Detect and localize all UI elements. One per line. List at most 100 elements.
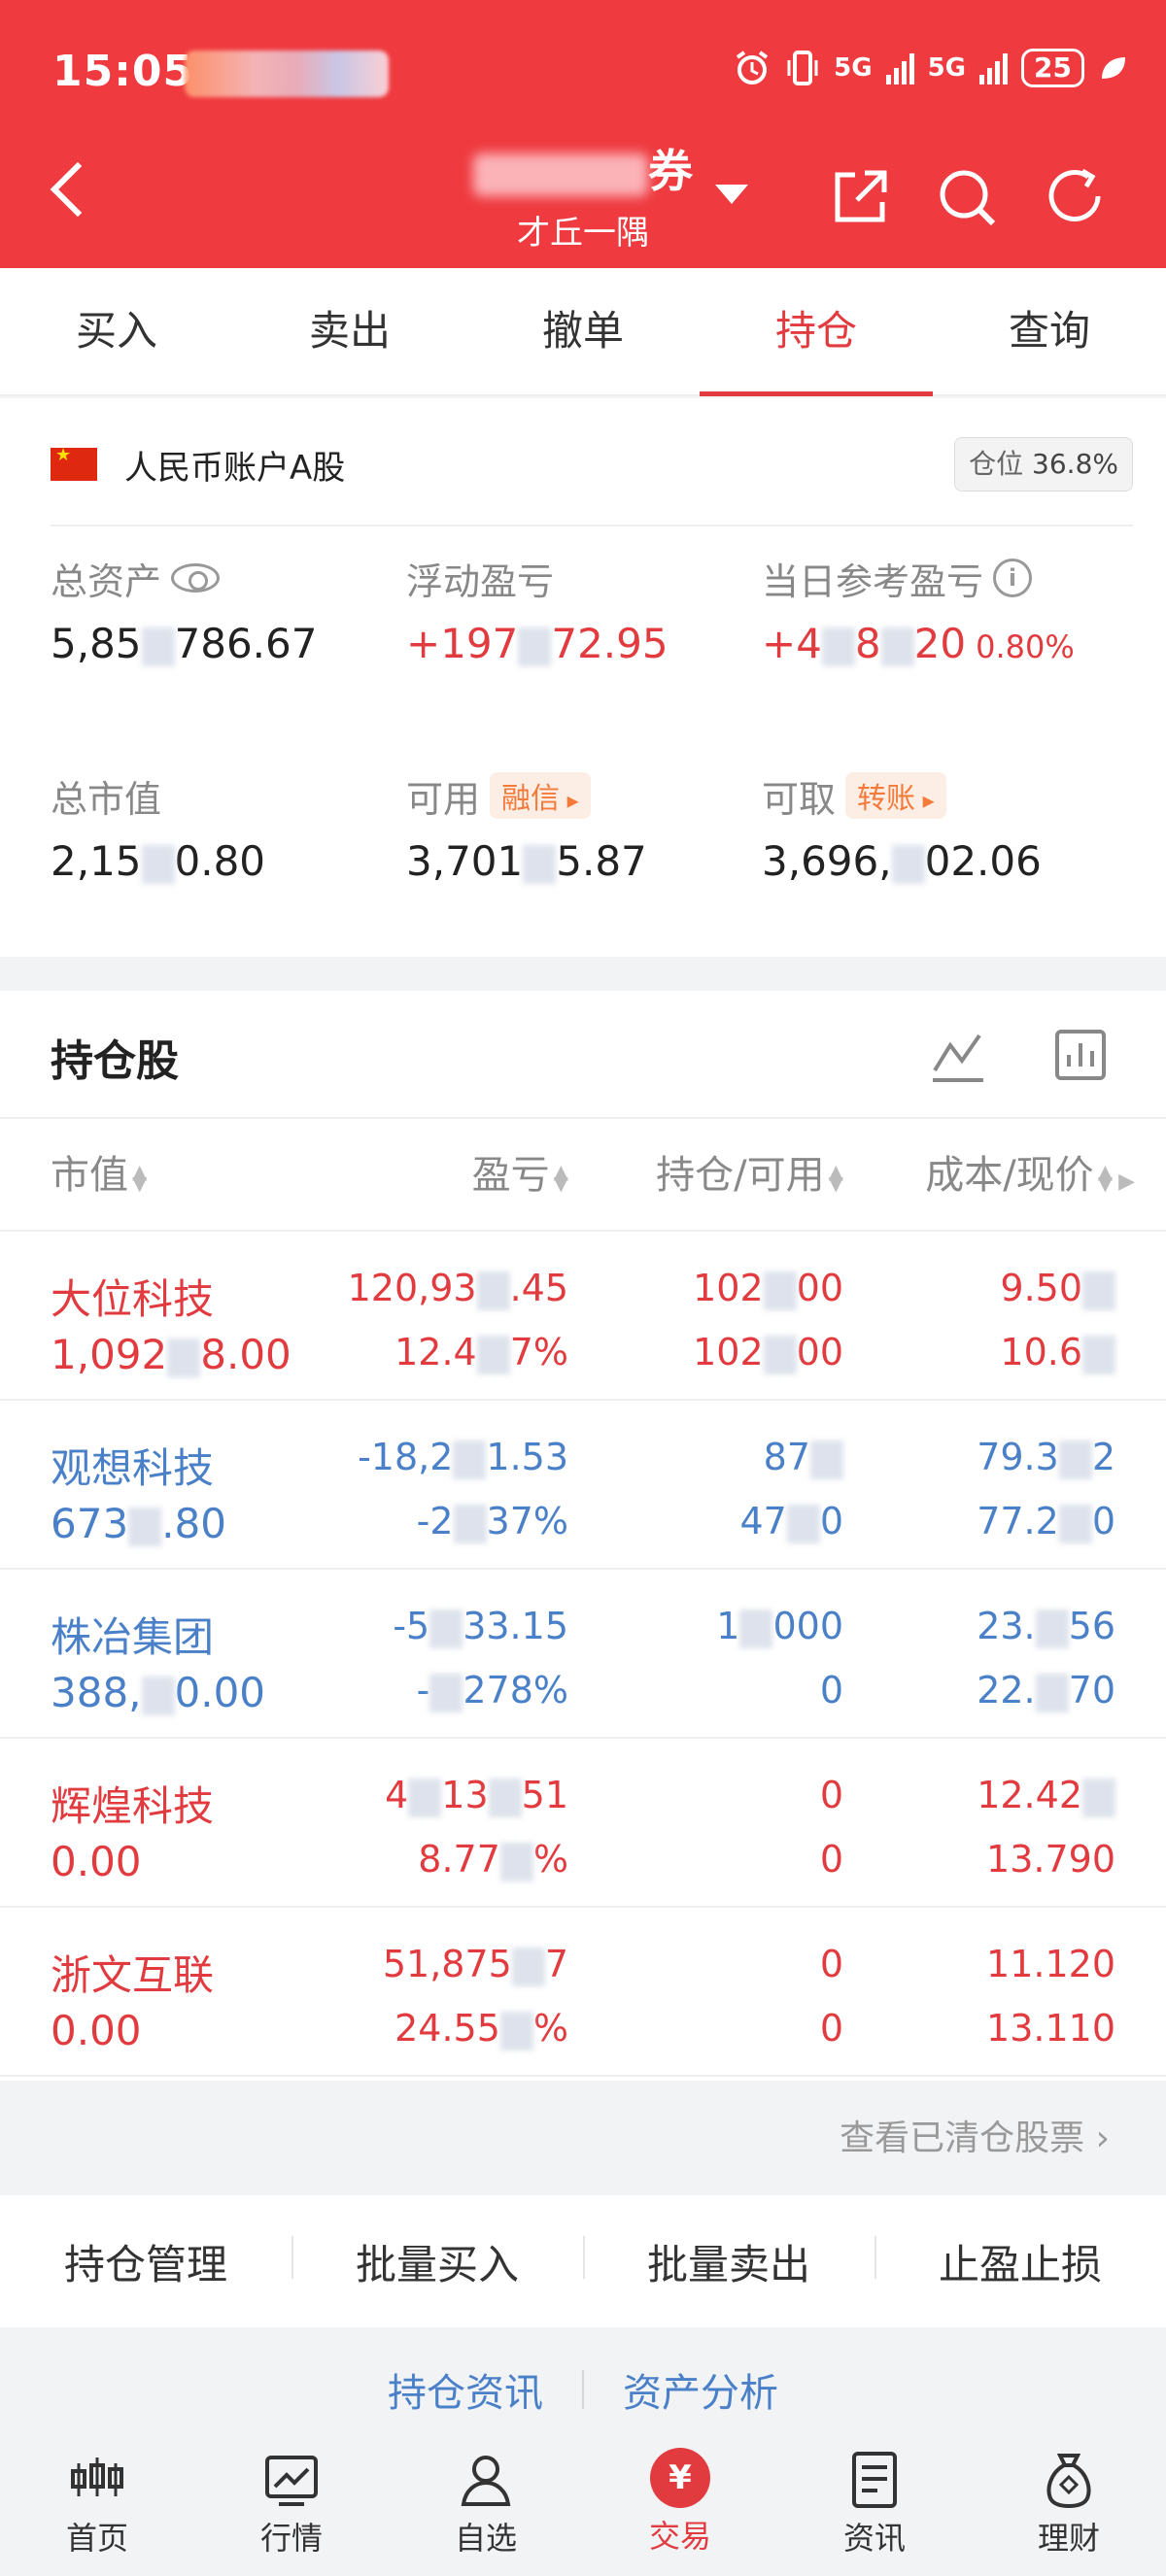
take-profit-stop-loss-button[interactable]: 止盈止损	[874, 2232, 1166, 2291]
cleared-stocks-link[interactable]: 查看已清仓股票 ›	[840, 2110, 1110, 2160]
market-value: 总市值 2,15 0.80	[51, 771, 381, 886]
network-label-2: 5G	[927, 53, 967, 83]
tab-holdings[interactable]: 持仓	[700, 268, 933, 396]
line-chart-icon[interactable]	[929, 1026, 987, 1084]
stock-available: 0	[819, 1669, 843, 1712]
vibrate-icon	[787, 51, 818, 85]
stock-available: 0	[819, 1838, 843, 1881]
stock-pl: 120,93.45	[347, 1267, 568, 1310]
account-selector[interactable]: 人民币账户A股 仓位 36.8%	[51, 429, 1133, 526]
eye-icon[interactable]	[171, 563, 221, 593]
market-value-value: 2,15 0.80	[51, 837, 266, 885]
china-flag-icon	[51, 445, 97, 481]
nav-wealth[interactable]: 理财	[972, 2428, 1166, 2576]
document-icon	[852, 2452, 897, 2508]
stock-price: 13.790	[986, 1838, 1115, 1881]
tab-buy[interactable]: 买入	[0, 268, 233, 394]
col-cost[interactable]: 成本/现价 ▲ ▼ ▶	[925, 1119, 1135, 1238]
col-market-value[interactable]: 市值 ▲ ▼	[51, 1119, 147, 1232]
stock-price: 13.110	[986, 2007, 1115, 2050]
holding-row[interactable]: 浙文互联 0.00 51,875 7 24.55% 0 0 11.120 13.110	[0, 1908, 1166, 2077]
stock-pl: -18,2 1.53	[358, 1436, 568, 1479]
margin-tag[interactable]: 融信	[490, 772, 591, 819]
stock-pl: 4 13 51	[385, 1774, 568, 1817]
col-qty[interactable]: 持仓/可用 ▲ ▼	[656, 1119, 843, 1232]
holding-row[interactable]: 株冶集团 388, 0.00 -5 33.15 -278% 1 000 0 23. 56 22. 70	[0, 1570, 1166, 1739]
withdrawable-funds: 可取转账 3,696,02.06	[762, 771, 1092, 885]
yuan-icon: ¥	[650, 2448, 710, 2508]
stock-pl-pct: 24.55%	[394, 2007, 568, 2051]
holdings-header-row: 市值 ▲ ▼ 盈亏 ▲ ▼ 持仓/可用 ▲ ▼ 成本/现价 ▲ ▼ ▶	[0, 1117, 1166, 1232]
holdings-title: 持仓股	[51, 1036, 179, 1086]
available-funds: 可用融信 3,7015.87	[406, 771, 737, 885]
stock-market-value: 673.80	[51, 1500, 226, 1547]
account-nickname[interactable]: 才丘一隅	[466, 206, 700, 254]
signal-icon-2	[979, 51, 1009, 85]
stock-market-value: 0.00	[51, 1838, 142, 1885]
leaf-icon	[1102, 57, 1125, 79]
nav-home[interactable]: 首页	[0, 2428, 194, 2576]
holding-news-link[interactable]: 持仓资讯	[388, 2361, 543, 2418]
stock-qty: 0	[819, 1774, 843, 1816]
withdrawable-value: 3,696, 02.06	[762, 837, 1042, 885]
stock-name: 株冶集团	[51, 1613, 215, 1661]
stock-cost: 11.120	[986, 1943, 1115, 1985]
holding-row[interactable]: 辉煌科技 0.00 4 13 51 8.77% 0 0 12.42 13.790	[0, 1739, 1166, 1908]
share-icon[interactable]	[828, 165, 892, 229]
batch-sell-button[interactable]: 批量卖出	[583, 2232, 874, 2291]
app-header: 15:05 5G 5G 25 券 才丘一隅	[0, 0, 1166, 268]
nav-news[interactable]: 资讯	[777, 2428, 972, 2576]
alarm-icon	[736, 51, 769, 85]
cleared-stocks-row: 查看已清仓股票 ›	[0, 2081, 1166, 2191]
stock-available: 0	[819, 2007, 843, 2050]
total-assets: 总资产 5,85 786.67	[51, 554, 381, 668]
stock-cost: 23. 56	[977, 1605, 1115, 1648]
status-icons: 5G 5G 25	[733, 49, 1127, 87]
signal-icon	[885, 51, 914, 85]
holding-row[interactable]: 观想科技 673.80 -18,2 1.53 -2 37% 87 47 0 79.3 2 77.2 0	[0, 1401, 1166, 1570]
daily-pl-pct: 0.80%	[976, 628, 1075, 665]
stock-pl: 51,875 7	[382, 1943, 568, 1986]
network-label: 5G	[834, 53, 873, 83]
stock-pl-pct: 12.4 7%	[394, 1331, 568, 1374]
broker-title[interactable]: 券	[466, 136, 700, 200]
money-bag-icon	[1046, 2454, 1091, 2509]
stock-market-value: 0.00	[51, 2007, 142, 2054]
stock-pl-pct: 8.77%	[418, 1838, 568, 1881]
transfer-tag[interactable]: 转账	[845, 772, 946, 819]
info-icon[interactable]: i	[993, 559, 1033, 597]
stock-pl-pct: -278%	[416, 1669, 568, 1712]
back-icon[interactable]	[50, 161, 106, 218]
tab-sell[interactable]: 卖出	[233, 268, 466, 394]
refresh-icon[interactable]	[1044, 165, 1108, 229]
stock-price: 77.2 0	[977, 1500, 1115, 1543]
nav-trade[interactable]: ¥ 交易	[583, 2428, 777, 2576]
bar-chart-icon[interactable]	[1051, 1026, 1110, 1084]
chart-icon	[265, 2456, 318, 2506]
col-pl[interactable]: 盈亏 ▲ ▼	[472, 1119, 568, 1232]
stock-pl-pct: -2 37%	[416, 1500, 568, 1543]
tab-query[interactable]: 查询	[933, 268, 1166, 394]
chevron-down-icon[interactable]	[715, 185, 748, 204]
stock-cost: 9.50	[1000, 1267, 1115, 1310]
stock-qty: 102 00	[693, 1267, 843, 1310]
nav-market[interactable]: 行情	[194, 2428, 389, 2576]
position-badge: 仓位 36.8%	[954, 437, 1133, 491]
stock-cost: 12.42	[977, 1774, 1115, 1817]
stock-qty: 0	[819, 1943, 843, 1985]
asset-analysis-link[interactable]: 资产分析	[623, 2361, 778, 2418]
search-icon[interactable]	[935, 165, 999, 229]
holding-row[interactable]: 大位科技 1,092 8.00 120,93.45 12.4 7% 102 00 102 00 9.…	[0, 1232, 1166, 1401]
holdings-manage-button[interactable]: 持仓管理	[0, 2232, 292, 2291]
stock-name: 大位科技	[51, 1275, 215, 1323]
tab-cancel[interactable]: 撤单	[466, 268, 700, 394]
nav-watchlist[interactable]: 自选	[389, 2428, 583, 2576]
available-value: 3,701 5.87	[406, 837, 647, 885]
stock-available: 102 00	[693, 1331, 843, 1374]
sort-icon: ▲ ▼	[1097, 1160, 1114, 1195]
daily-pl: 当日参考盈亏 i +4 8 20 0.80%	[762, 554, 1150, 667]
divider	[582, 2370, 584, 2409]
stock-qty: 1 000	[716, 1605, 843, 1648]
batch-buy-button[interactable]: 批量买入	[292, 2232, 583, 2291]
daily-pl-value: +4 8 20 0.80%	[762, 620, 1075, 667]
